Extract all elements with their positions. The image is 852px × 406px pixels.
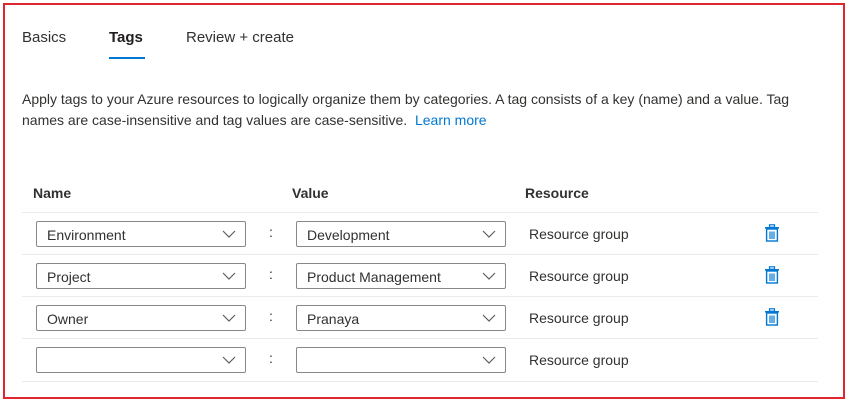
active-tab-indicator bbox=[109, 57, 145, 59]
tag-row: Owner : Pranaya Resource group bbox=[22, 296, 818, 339]
separator-colon: : bbox=[269, 308, 273, 324]
trash-icon[interactable] bbox=[764, 308, 780, 326]
tab-review-create[interactable]: Review + create bbox=[186, 29, 294, 46]
tag-name-dropdown[interactable]: Environment bbox=[36, 221, 246, 247]
chevron-down-icon bbox=[222, 272, 236, 280]
chevron-down-icon bbox=[482, 314, 496, 322]
chevron-down-icon bbox=[482, 230, 496, 238]
tab-basics[interactable]: Basics bbox=[22, 29, 66, 46]
learn-more-link[interactable]: Learn more bbox=[415, 112, 487, 128]
chevron-down-icon bbox=[222, 230, 236, 238]
tag-value-value: Development bbox=[307, 227, 390, 243]
resource-label: Resource group bbox=[529, 352, 629, 368]
resource-label: Resource group bbox=[529, 310, 629, 326]
tag-name-value: Environment bbox=[47, 227, 126, 243]
tag-value-value: Pranaya bbox=[307, 311, 360, 327]
tag-row: Project : Product Management Resource gr… bbox=[22, 254, 818, 297]
tag-name-dropdown[interactable]: Project bbox=[36, 263, 246, 289]
chevron-down-icon bbox=[222, 356, 236, 364]
tag-value-dropdown[interactable]: Development bbox=[296, 221, 506, 247]
tag-name-dropdown[interactable]: Owner bbox=[36, 305, 246, 331]
separator-colon: : bbox=[269, 350, 273, 366]
highlight-frame: Basics Tags Review + create Apply tags t… bbox=[3, 3, 845, 399]
tag-name-value: Owner bbox=[47, 311, 89, 327]
resource-label: Resource group bbox=[529, 226, 629, 242]
chevron-down-icon bbox=[482, 272, 496, 280]
tag-name-dropdown[interactable] bbox=[36, 347, 246, 373]
tags-description: Apply tags to your Azure resources to lo… bbox=[22, 89, 822, 131]
column-header-resource: Resource bbox=[525, 185, 589, 201]
description-text: Apply tags to your Azure resources to lo… bbox=[22, 91, 790, 128]
column-header-name: Name bbox=[33, 185, 72, 201]
tag-value-dropdown[interactable]: Product Management bbox=[296, 263, 506, 289]
separator-colon: : bbox=[269, 266, 273, 282]
chevron-down-icon bbox=[222, 314, 236, 322]
column-header-value: Value bbox=[292, 185, 329, 201]
separator-colon: : bbox=[269, 224, 273, 240]
resource-label: Resource group bbox=[529, 268, 629, 284]
tag-value-value: Product Management bbox=[307, 269, 441, 285]
tag-value-dropdown[interactable]: Pranaya bbox=[296, 305, 506, 331]
tab-tags[interactable]: Tags bbox=[109, 29, 143, 46]
trash-icon[interactable] bbox=[764, 224, 780, 242]
tag-value-dropdown[interactable] bbox=[296, 347, 506, 373]
tag-row: Environment : Development Resource group bbox=[22, 212, 818, 255]
trash-icon[interactable] bbox=[764, 266, 780, 284]
chevron-down-icon bbox=[482, 356, 496, 364]
tag-row-new: : Resource group bbox=[22, 338, 818, 382]
tag-name-value: Project bbox=[47, 269, 91, 285]
